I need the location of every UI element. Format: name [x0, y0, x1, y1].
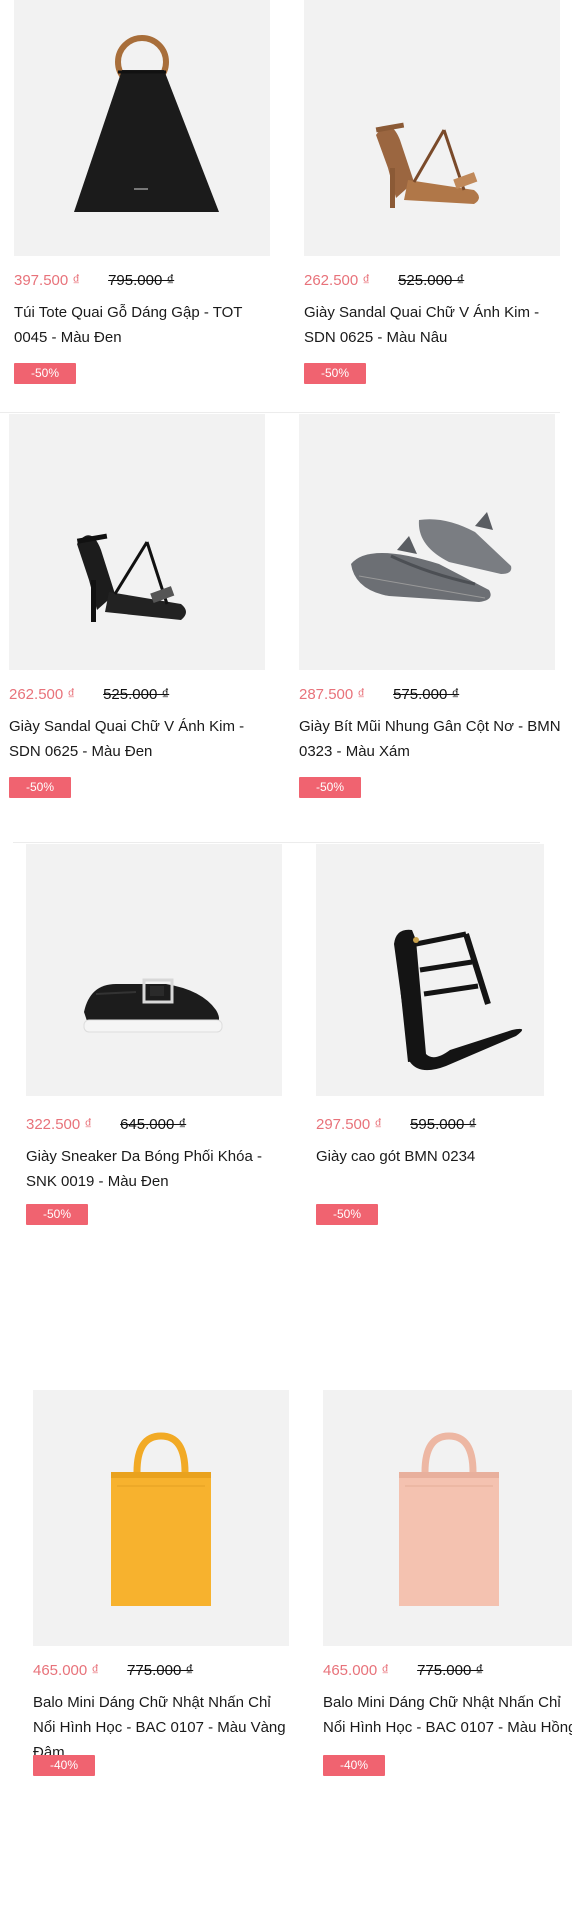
discount-badge: -50% [9, 777, 71, 798]
sale-price: 397.500 ₫ [14, 271, 81, 289]
product-name[interactable]: Giày cao gót BMN 0234 [316, 1144, 572, 1169]
product-name[interactable]: Giày Sneaker Da Bóng Phối Khóa - SNK 001… [26, 1144, 288, 1194]
discount-badge: -50% [316, 1204, 378, 1225]
yellow-backpack-image[interactable] [33, 1390, 289, 1646]
original-price: 525.000 ₫ [398, 271, 465, 289]
pink-backpack-image[interactable] [323, 1390, 572, 1646]
brown-sandal-image[interactable] [304, 0, 560, 256]
discount-badge: -50% [299, 777, 361, 798]
product-name[interactable]: Balo Mini Dáng Chữ Nhật Nhấn Chỉ Nổi Hìn… [323, 1690, 572, 1740]
product-name[interactable]: Giày Bít Mũi Nhung Gân Cột Nơ - BMN 0323… [299, 714, 561, 764]
original-price: 775.000 ₫ [417, 1661, 484, 1679]
product-name[interactable]: Giày Sandal Quai Chữ V Ánh Kim - SDN 062… [304, 300, 566, 350]
original-price: 525.000 ₫ [103, 685, 170, 703]
row-divider [13, 842, 540, 843]
sale-price: 287.500 ₫ [299, 685, 366, 703]
original-price: 795.000 ₫ [108, 271, 175, 289]
sale-price: 262.500 ₫ [304, 271, 371, 289]
original-price: 575.000 ₫ [393, 685, 460, 703]
product-name[interactable]: Túi Tote Quai Gỗ Dáng Gập - TOT 0045 - M… [14, 300, 276, 350]
black-sandal-image[interactable] [9, 414, 265, 670]
discount-badge: -50% [304, 363, 366, 384]
sale-price: 465.000 ₫ [33, 1661, 100, 1679]
grey-velvet-flat-image[interactable] [299, 414, 555, 670]
discount-badge: -40% [323, 1755, 385, 1776]
row-divider [0, 412, 560, 413]
original-price: 645.000 ₫ [120, 1115, 187, 1133]
product-name[interactable]: Balo Mini Dáng Chữ Nhật Nhấn Chỉ Nổi Hìn… [33, 1690, 295, 1765]
sale-price: 465.000 ₫ [323, 1661, 390, 1679]
original-price: 595.000 ₫ [410, 1115, 477, 1133]
discount-badge: -50% [26, 1204, 88, 1225]
discount-badge: -50% [14, 363, 76, 384]
black-sneaker-image[interactable] [26, 844, 282, 1096]
original-price: 775.000 ₫ [127, 1661, 194, 1679]
sale-price: 262.500 ₫ [9, 685, 76, 703]
discount-badge: -40% [33, 1755, 95, 1776]
sale-price: 322.500 ₫ [26, 1115, 93, 1133]
black-heel-image[interactable] [316, 844, 544, 1096]
product-name[interactable]: Giày Sandal Quai Chữ V Ánh Kim - SDN 062… [9, 714, 271, 764]
black-tote-bag-image[interactable] [14, 0, 270, 256]
sale-price: 297.500 ₫ [316, 1115, 383, 1133]
